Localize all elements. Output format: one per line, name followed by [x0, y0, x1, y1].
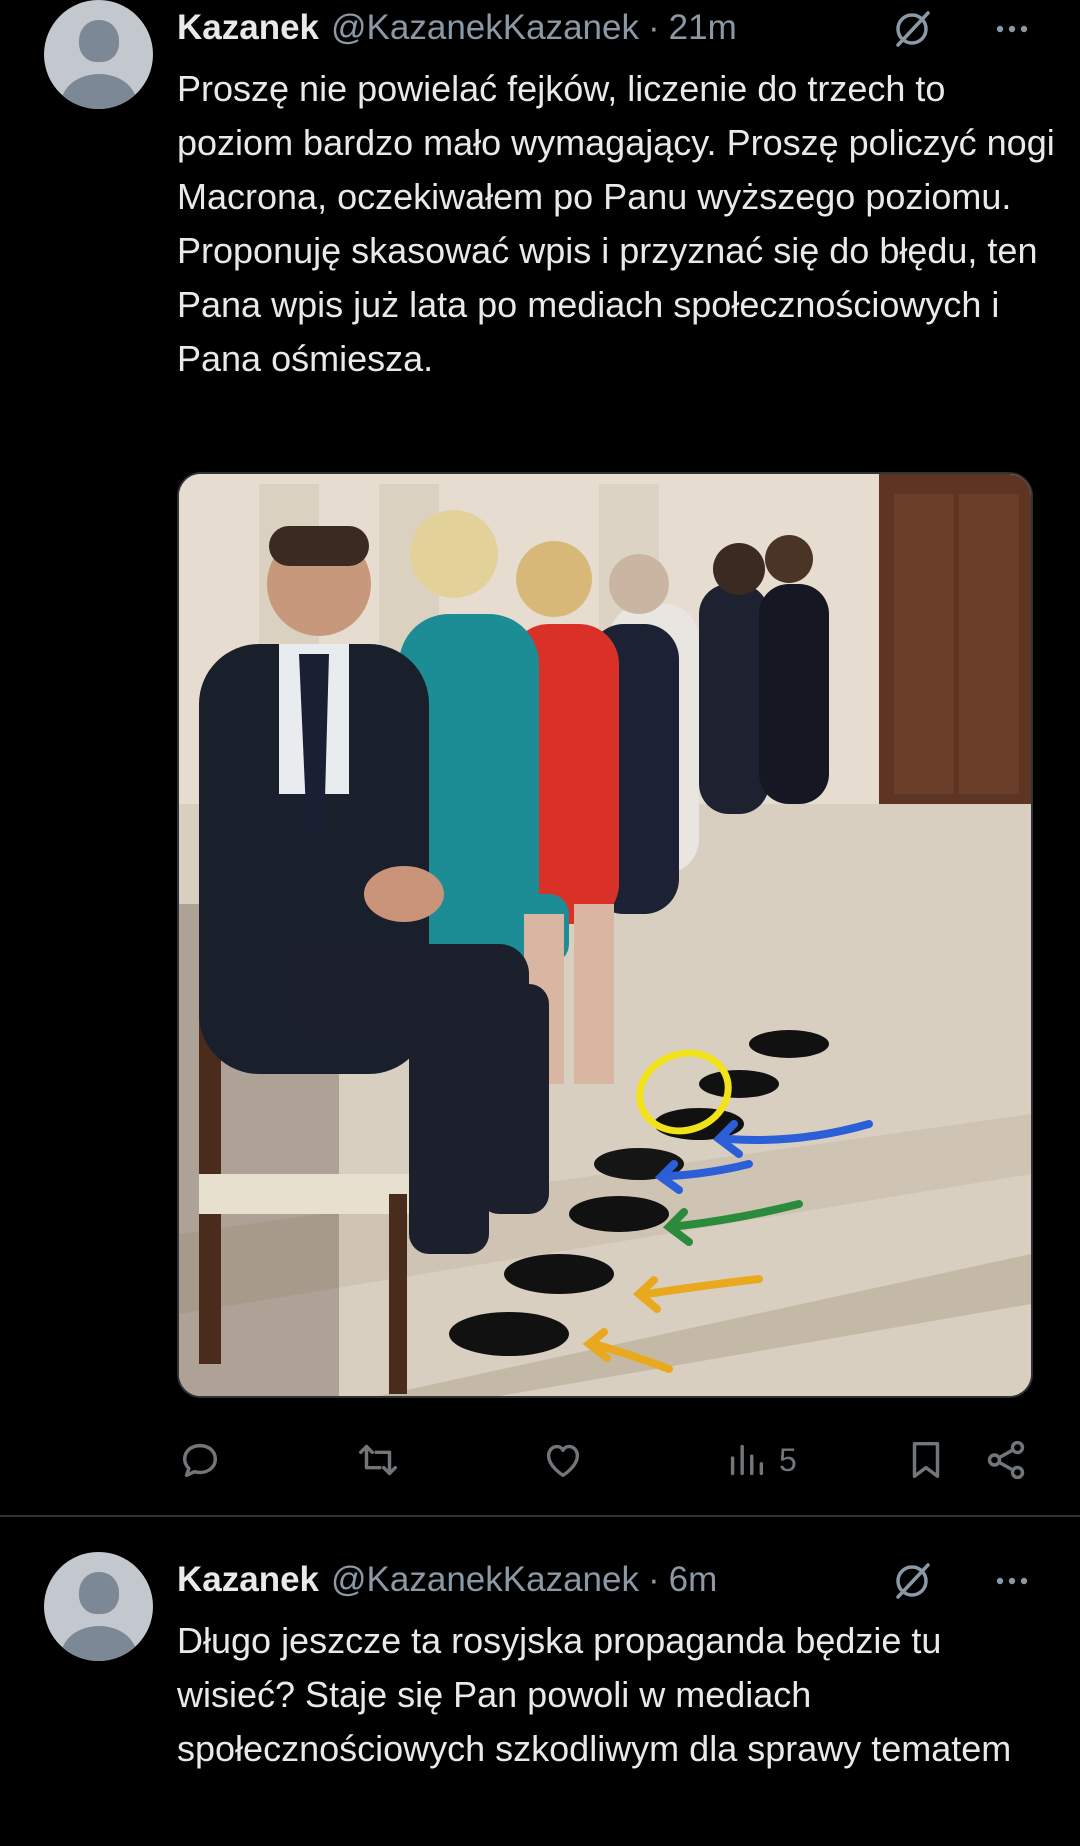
timestamp[interactable]: 6m: [669, 1560, 718, 1600]
tweet-header: Kazanek @KazanekKazanek · 21m: [177, 3, 1060, 53]
more-icon[interactable]: [990, 7, 1034, 51]
tweet[interactable]: Kazanek @KazanekKazanek · 6m Długo jeszc…: [0, 1518, 1080, 1846]
bookmark-icon: [912, 1441, 940, 1479]
tweet-divider: [0, 1515, 1080, 1517]
photo-illustration: [179, 474, 1031, 1396]
share-button[interactable]: [983, 1432, 1029, 1488]
more-icon[interactable]: [990, 1559, 1034, 1603]
views-icon: [730, 1444, 764, 1476]
author-name[interactable]: Kazanek: [177, 8, 319, 48]
retweet-icon: [359, 1444, 397, 1476]
reply-icon: [182, 1443, 218, 1478]
tweet[interactable]: Kazanek @KazanekKazanek · 21m Proszę nie…: [0, 0, 1080, 1515]
grok-icon[interactable]: [890, 1559, 934, 1603]
views-button[interactable]: 5: [723, 1432, 797, 1488]
grok-icon[interactable]: [890, 7, 934, 51]
like-button[interactable]: [540, 1432, 586, 1488]
retweet-button[interactable]: [355, 1432, 401, 1488]
avatar-body-shape: [61, 74, 137, 109]
avatar[interactable]: [44, 1552, 153, 1661]
avatar-head-shape: [79, 1572, 119, 1614]
timestamp[interactable]: 21m: [669, 8, 737, 48]
reply-button[interactable]: [177, 1432, 223, 1488]
share-icon: [987, 1440, 1025, 1480]
views-count: 5: [779, 1441, 797, 1478]
tweet-photo[interactable]: [177, 472, 1033, 1398]
tweet-header: Kazanek @KazanekKazanek · 6m: [177, 1555, 1060, 1605]
bookmark-button[interactable]: [903, 1432, 949, 1488]
author-handle[interactable]: @KazanekKazanek: [331, 1560, 639, 1600]
tweet-text: Proszę nie powielać fejków, liczenie do …: [177, 68, 1055, 379]
author-handle[interactable]: @KazanekKazanek: [331, 8, 639, 48]
tweet-actions: 5: [177, 1432, 1047, 1488]
separator-dot: ·: [647, 1560, 660, 1599]
avatar-head-shape: [79, 20, 119, 62]
avatar-body-shape: [61, 1626, 137, 1661]
author-name[interactable]: Kazanek: [177, 1560, 319, 1600]
heart-icon: [546, 1444, 580, 1478]
avatar[interactable]: [44, 0, 153, 109]
tweet-text: Długo jeszcze ta rosyjska propaganda będ…: [177, 1620, 1012, 1769]
separator-dot: ·: [647, 8, 660, 47]
